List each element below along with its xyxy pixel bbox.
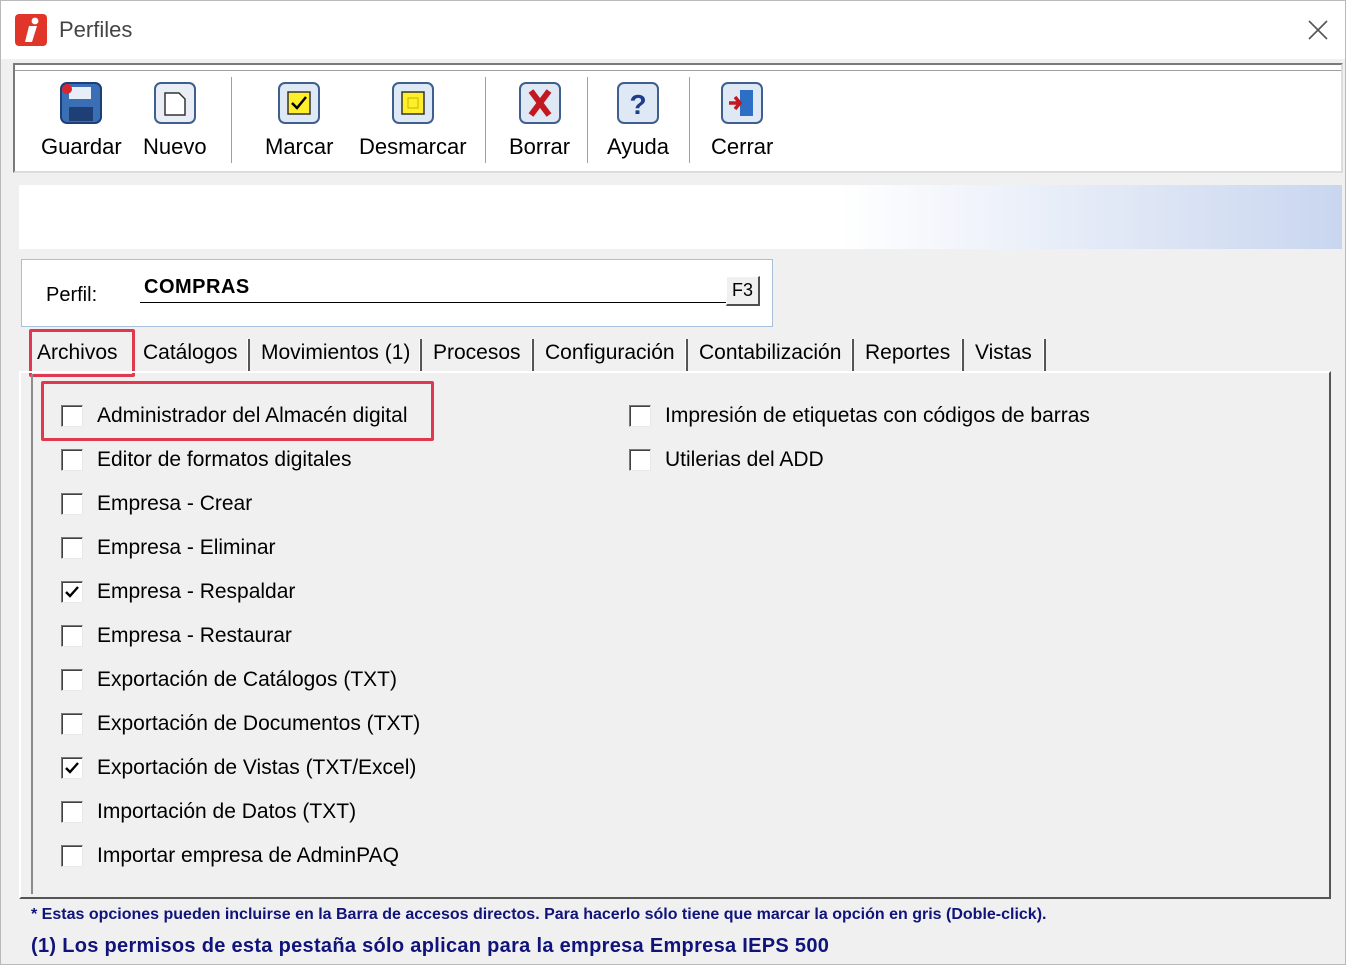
checkbox[interactable] xyxy=(61,493,83,515)
toolbar: Guardar Nuevo Marcar Desmarcar Borrar ? … xyxy=(13,63,1343,173)
delete-label: Borrar xyxy=(509,134,571,159)
mark-button[interactable]: Marcar xyxy=(265,79,333,160)
title-bar: Perfiles xyxy=(1,1,1345,59)
header-band xyxy=(19,185,1342,249)
option-label: Empresa - Restaurar xyxy=(97,624,292,647)
option-label: Importar empresa de AdminPAQ xyxy=(97,844,399,867)
close-form-label: Cerrar xyxy=(711,134,774,159)
unmark-label: Desmarcar xyxy=(359,134,467,159)
help-icon: ? xyxy=(616,82,659,124)
permissions-note: (1) Los permisos de esta pestaña sólo ap… xyxy=(31,935,830,957)
check-mark-icon xyxy=(278,82,321,124)
check-icon xyxy=(65,762,79,774)
toolbar-separator xyxy=(231,77,233,163)
checkbox[interactable] xyxy=(61,449,83,471)
new-label: Nuevo xyxy=(143,134,207,159)
tab-procesos[interactable]: Procesos xyxy=(427,333,527,373)
new-document-icon xyxy=(153,82,196,124)
uncheck-icon xyxy=(391,82,434,124)
perfiles-window: Perfiles Guardar Nuevo Marcar Desmarcar … xyxy=(0,0,1346,965)
exit-door-icon xyxy=(721,82,764,124)
tab-separator xyxy=(1043,339,1046,373)
shortcut-note: * Estas opciones pueden incluirse en la … xyxy=(31,906,1047,923)
help-label: Ayuda xyxy=(607,134,669,159)
option-label: Impresión de etiquetas con códigos de ba… xyxy=(665,404,1090,427)
option-label: Empresa - Respaldar xyxy=(97,580,296,603)
tab-contabilizacion[interactable]: Contabilización xyxy=(693,333,847,373)
save-label: Guardar xyxy=(41,134,122,159)
tab-movimientos[interactable]: Movimientos (1) xyxy=(255,333,416,373)
option-label: Exportación de Documentos (TXT) xyxy=(97,712,421,735)
window-title: Perfiles xyxy=(59,17,133,42)
tab-vistas[interactable]: Vistas xyxy=(969,333,1038,373)
tab-separator xyxy=(419,339,422,373)
save-icon xyxy=(60,82,103,124)
app-logo-icon xyxy=(15,14,47,46)
checkbox[interactable] xyxy=(61,801,83,823)
tab-reportes[interactable]: Reportes xyxy=(859,333,956,373)
close-form-button[interactable]: Cerrar xyxy=(711,79,773,160)
option-label: Importación de Datos (TXT) xyxy=(97,800,357,823)
help-button[interactable]: ? Ayuda xyxy=(607,79,669,160)
checkbox[interactable] xyxy=(61,669,83,691)
option-label: Exportación de Vistas (TXT/Excel) xyxy=(97,756,417,779)
tab-separator xyxy=(851,339,854,373)
active-tab-highlight xyxy=(29,329,135,377)
tab-separator xyxy=(961,339,964,373)
perfil-lookup-button[interactable]: F3 xyxy=(726,276,760,306)
close-icon[interactable] xyxy=(1301,13,1335,47)
perfil-input[interactable]: COMPRAS xyxy=(144,276,250,299)
option-label: Empresa - Crear xyxy=(97,492,253,515)
delete-x-icon xyxy=(518,82,561,124)
toolbar-divider xyxy=(15,70,1341,73)
tab-separator xyxy=(247,339,250,373)
tab-separator xyxy=(685,339,688,373)
checkbox[interactable] xyxy=(629,405,651,427)
delete-button[interactable]: Borrar xyxy=(509,79,570,160)
option-label: Administrador del Almacén digital xyxy=(97,404,408,427)
save-button[interactable]: Guardar xyxy=(41,79,122,160)
option-label: Exportación de Catálogos (TXT) xyxy=(97,668,397,691)
option-label: Editor de formatos digitales xyxy=(97,448,352,471)
option-label: Utilerias del ADD xyxy=(665,448,824,471)
checkbox[interactable] xyxy=(629,449,651,471)
option-label: Empresa - Eliminar xyxy=(97,536,276,559)
tab-catalogos[interactable]: Catálogos xyxy=(137,333,244,373)
mark-label: Marcar xyxy=(265,134,334,159)
checkbox-checked[interactable] xyxy=(61,581,83,603)
toolbar-separator xyxy=(485,77,487,163)
tab-configuracion[interactable]: Configuración xyxy=(539,333,681,373)
perfil-input-underline xyxy=(140,302,726,303)
new-button[interactable]: Nuevo xyxy=(143,79,207,160)
toolbar-separator xyxy=(587,77,589,163)
perfil-label: Perfil: xyxy=(46,284,98,306)
checkbox[interactable] xyxy=(61,713,83,735)
tab-separator xyxy=(531,339,534,373)
checkbox[interactable] xyxy=(61,405,83,427)
svg-text:?: ? xyxy=(629,89,646,120)
checkbox[interactable] xyxy=(61,537,83,559)
check-icon xyxy=(65,586,79,598)
checkbox-checked[interactable] xyxy=(61,757,83,779)
unmark-button[interactable]: Desmarcar xyxy=(359,79,467,160)
perfil-panel: Perfil: COMPRAS F3 xyxy=(21,259,773,327)
checkbox[interactable] xyxy=(61,625,83,647)
checkbox[interactable] xyxy=(61,845,83,867)
toolbar-separator xyxy=(689,77,691,163)
